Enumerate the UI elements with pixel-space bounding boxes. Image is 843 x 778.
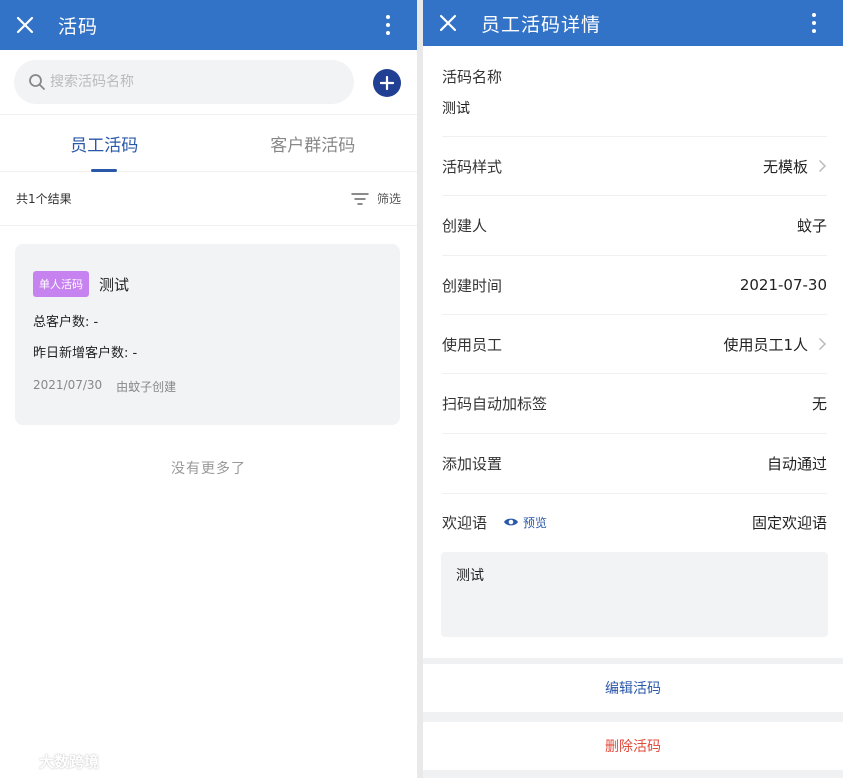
delete-code-button[interactable]: 删除活码 [423,722,843,770]
plus-icon [380,76,394,90]
row-value: 使用员工1人 [723,334,827,355]
row-value: 自动通过 [766,455,827,473]
page-title: 活码 [58,15,99,38]
row-creator: 创建人 蚊子 [442,196,827,256]
no-more-text: 没有更多了 [171,461,246,477]
row-code-style[interactable]: 活码样式 无模板 [442,137,827,196]
row-label: 创建人 [442,217,488,235]
page-title: 员工活码详情 [481,13,602,36]
welcome-message-box: 测试 [441,552,828,637]
row-label: 扫码自动加标签 [442,395,548,413]
preview-label: 预览 [523,515,548,530]
row-value: 无 [811,395,827,413]
close-button[interactable] [423,0,473,46]
more-vertical-icon [386,15,390,19]
search-box[interactable] [14,60,354,104]
row-auto-tag: 扫码自动加标签 无 [442,374,827,434]
row-add-setting: 添加设置 自动通过 [442,434,827,494]
type-badge: 单人活码 [33,271,89,297]
name-label: 活码名称 [442,68,503,86]
app-bar: 员工活码详情 [423,0,843,46]
close-icon [439,14,457,32]
name-value: 测试 [442,101,470,117]
watermark-logo-icon [9,754,36,769]
more-dot [812,29,816,33]
app-bar: 活码 [0,0,417,50]
result-row: 共1个结果 筛选 [0,172,417,226]
tab-group-code[interactable]: 客户群活码 [209,115,418,171]
row-employees[interactable]: 使用员工 使用员工1人 [442,315,827,374]
code-detail-screen: 员工活码详情 活码名称 测试 活码样式 无模板 创建人 蚊子 创建时间 2021… [423,0,843,778]
row-label: 使用员工 [442,335,503,354]
row-label: 创建时间 [442,276,503,295]
search-row [14,60,403,104]
result-count: 共1个结果 [16,192,72,206]
row-value: 蚊子 [796,217,827,235]
tab-bar: 员工活码 客户群活码 [0,114,417,172]
total-customers: 总客户数: - [33,315,99,330]
name-block: 活码名称 测试 [442,46,827,137]
activity-code-list-screen: 活码 员工活码 客户群活码 共1个结果 筛选 单人活码 测试 总客户数: - 昨… [0,0,417,778]
preview-button[interactable]: 预览 [503,514,547,531]
more-vertical-icon [812,13,816,17]
close-icon [16,16,34,34]
filter-button[interactable]: 筛选 [351,190,401,207]
watermark: 大数跨境 [8,751,99,772]
code-card[interactable]: 单人活码 测试 总客户数: - 昨日新增客户数: - 2021/07/30 由蚊… [15,244,400,425]
new-customers-yesterday: 昨日新增客户数: - [33,346,138,361]
more-dot [386,31,390,35]
filter-icon [351,192,369,205]
edit-code-button[interactable]: 编辑活码 [423,664,843,712]
add-code-button[interactable] [373,69,401,97]
search-icon [29,74,45,90]
tab-employee-code[interactable]: 员工活码 [0,115,209,172]
row-label: 添加设置 [442,455,503,473]
card-title: 测试 [99,275,130,294]
close-button[interactable] [0,0,50,50]
card-creator: 由蚊子创建 [116,380,177,394]
card-date: 2021/07/30 [33,378,103,392]
card-footer: 2021/07/30 由蚊子创建 [33,378,382,395]
style-value: 无模板 [762,157,808,176]
eye-icon [504,518,519,526]
row-value: 无模板 [763,156,827,177]
card-head: 单人活码 测试 [33,271,382,297]
chevron-right-icon [818,337,827,351]
employees-value: 使用员工1人 [723,335,808,354]
filter-label: 筛选 [376,192,401,206]
more-menu-button[interactable] [377,0,399,50]
more-dot [812,21,816,25]
row-value: 固定欢迎语 [751,513,827,532]
row-label: 活码样式 [442,157,503,176]
row-value: 2021-07-30 [739,276,827,294]
watermark-text: 大数跨境 [39,753,100,771]
row-created-time: 创建时间 2021-07-30 [442,256,827,315]
chevron-right-icon [818,159,827,173]
more-dot [386,23,390,27]
search-input[interactable] [50,74,330,90]
detail-panel: 活码名称 测试 活码样式 无模板 创建人 蚊子 创建时间 2021-07-30 … [423,46,843,658]
row-label: 欢迎语 [442,513,488,532]
more-menu-button[interactable] [803,0,825,46]
row-welcome: 欢迎语 预览 固定欢迎语 [442,494,827,550]
